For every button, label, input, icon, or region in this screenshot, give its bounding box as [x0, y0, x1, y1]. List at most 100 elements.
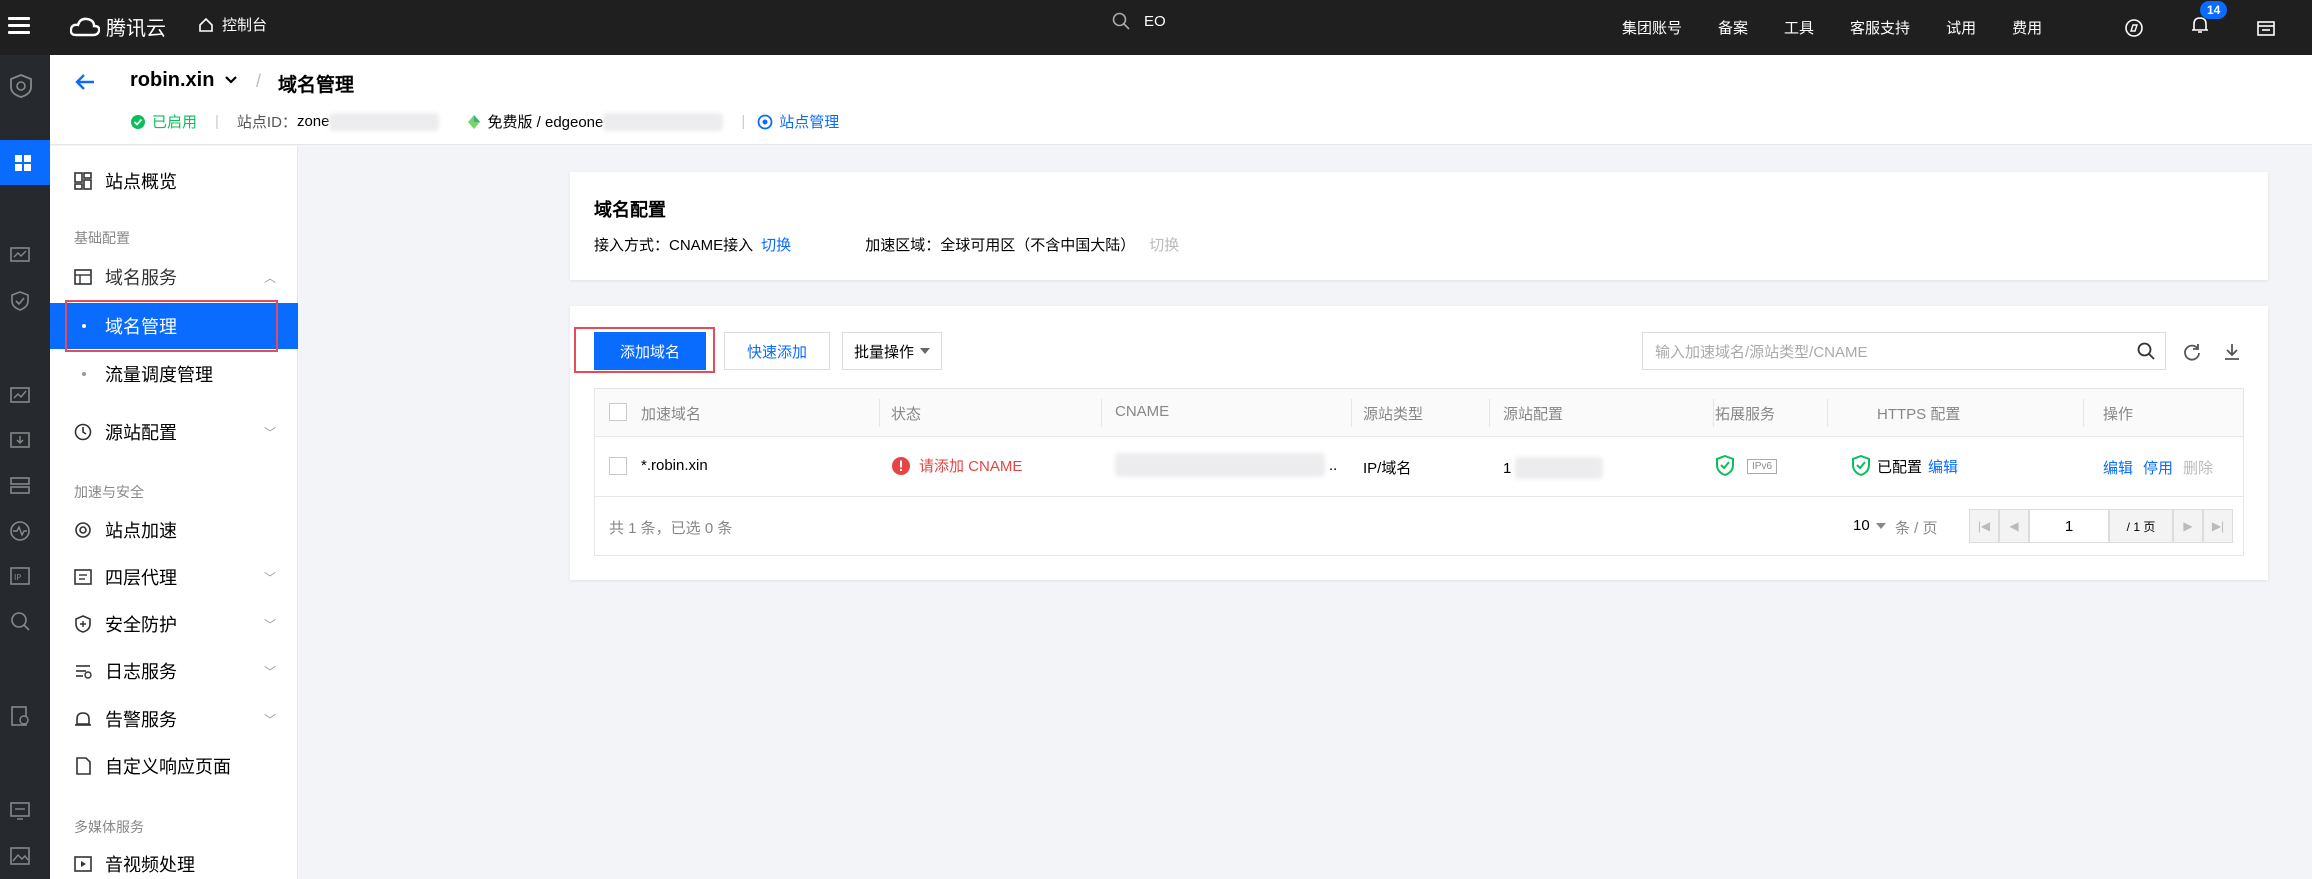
domain-table: 加速域名 状态 CNAME 源站类型 源站配置 拓展服务 HTTPS 配置 操作… [594, 388, 2244, 556]
strip-active-item[interactable] [0, 140, 50, 185]
page-number-input[interactable]: 1 [2029, 509, 2109, 543]
batch-ops-dropdown[interactable]: 批量操作 [842, 332, 942, 370]
row-origin-prefix: 1 [1503, 459, 1512, 477]
top-bar: 腾讯云 控制台 EO 集团账号 备案 工具 客服支持 试用 费用 14 [0, 0, 2312, 55]
redacted-origin [1515, 457, 1604, 479]
chart-icon[interactable] [9, 385, 31, 407]
shield-check-icon [1852, 455, 1870, 477]
message-icon[interactable] [9, 800, 31, 822]
sidebar-item-origin-config[interactable]: 源站配置 ﹀ [50, 409, 298, 455]
col-divider [1101, 399, 1102, 427]
site-header: robin.xin / 域名管理 已启用 | 站点ID： zone 免费版 / … [50, 55, 2312, 145]
site-id-label: 站点ID： [236, 114, 297, 131]
warning-icon [892, 456, 910, 475]
certificate-icon[interactable] [9, 705, 31, 727]
chevron-down-icon: ﹀ [263, 570, 276, 585]
console-link[interactable]: 控制台 [198, 14, 267, 35]
nav-filing[interactable]: 备案 [1718, 17, 1748, 38]
select-all-checkbox[interactable] [609, 403, 627, 421]
sidebar-item-l4-proxy[interactable]: 四层代理 ﹀ [50, 554, 298, 600]
nav-trial[interactable]: 试用 [1946, 17, 1976, 38]
nav-group-account[interactable]: 集团账号 [1622, 17, 1682, 38]
top-nav: 集团账号 备案 工具 客服支持 试用 费用 [1622, 0, 2078, 55]
domain-config-title: 域名配置 [594, 200, 666, 220]
search-icon [1112, 12, 1130, 30]
overview-icon [74, 172, 92, 190]
table-row: *.robin.xin 请添加 CNAME .. IP/域名 1 IPv6 已配… [595, 437, 2243, 497]
access-switch-link[interactable]: 切换 [761, 234, 791, 255]
page-title: 域名管理 [278, 75, 355, 96]
home-icon [199, 17, 213, 32]
search-value: EO [1144, 12, 1166, 30]
sidebar-item-av-processing[interactable]: 音视频处理 [50, 841, 298, 879]
search-strip-icon[interactable] [9, 610, 31, 632]
sidebar-item-traffic-schedule[interactable]: 流量调度管理 [50, 351, 298, 397]
sidebar-item-label: 域名服务 [105, 268, 177, 288]
quick-add-button[interactable]: 快速添加 [724, 332, 830, 370]
nav-tools[interactable]: 工具 [1784, 17, 1814, 38]
search-icon[interactable] [2137, 342, 2155, 360]
region-switch-link[interactable]: 切换 [1149, 234, 1179, 255]
page-icon [76, 757, 91, 775]
notification-bell[interactable]: 14 [2190, 1, 2228, 40]
nav-billing[interactable]: 费用 [2012, 17, 2042, 38]
global-search[interactable]: EO [1112, 12, 1166, 30]
brand-logo[interactable]: 腾讯云 [70, 12, 166, 41]
col-origin-type: 源站类型 [1363, 406, 1424, 423]
col-divider [1489, 399, 1490, 427]
sidebar-item-custom-page[interactable]: 自定义响应页面 [50, 743, 298, 789]
row-origin-type: IP/域名 [1363, 460, 1412, 477]
sidebar-item-overview[interactable]: 站点概览 [50, 158, 298, 204]
group-media: 多媒体服务 [74, 819, 144, 835]
edgeone-logo-icon[interactable] [8, 73, 34, 99]
server-icon[interactable] [9, 475, 31, 497]
page-size-select[interactable]: 10 [1853, 517, 1886, 534]
sidebar-item-site-accel[interactable]: 站点加速 [50, 507, 298, 553]
row-stop-link[interactable]: 停用 [2143, 457, 2173, 478]
highlight-add-domain [574, 327, 715, 373]
pulse-icon[interactable] [9, 520, 31, 542]
row-checkbox[interactable] [609, 457, 627, 475]
image-icon[interactable] [9, 845, 31, 867]
sidebar-item-log-service[interactable]: 日志服务 ﹀ [50, 648, 298, 694]
first-page-button[interactable]: |◀ [1969, 509, 1999, 543]
site-name[interactable]: robin.xin [130, 69, 214, 92]
domain-search-input[interactable]: 输入加速域名/源站类型/CNAME [1642, 332, 2166, 370]
ip-icon[interactable]: IP [9, 565, 31, 587]
chevron-down-icon[interactable] [224, 75, 238, 85]
sidebar-item-domain-service[interactable]: 域名服务 ︿ [50, 254, 298, 300]
row-edit-link[interactable]: 编辑 [2103, 457, 2133, 478]
download-box-icon[interactable] [9, 430, 31, 452]
workorder-icon[interactable] [2256, 18, 2276, 38]
menu-icon[interactable] [8, 13, 30, 37]
next-page-button[interactable]: ▶ [2173, 509, 2203, 543]
site-manage-link[interactable]: 站点管理 [779, 111, 839, 132]
sidebar-item-alarm-service[interactable]: 告警服务 ﹀ [50, 696, 298, 742]
sidebar-item-security[interactable]: 安全防护 ﹀ [50, 601, 298, 647]
top-icons: 14 [2124, 0, 2276, 55]
bullet-dot [82, 372, 86, 376]
alarm-icon [75, 712, 91, 726]
sidebar-item-label: 安全防护 [105, 615, 177, 635]
prev-page-button[interactable]: ◀ [1999, 509, 2029, 543]
sidebar-item-label: 流量调度管理 [105, 365, 213, 385]
row-delete-link[interactable]: 删除 [2183, 457, 2213, 478]
table-footer: 共 1 条，已选 0 条 10 条 / 页 |◀ ◀ 1 / 1 页 ▶ ▶| [595, 497, 2243, 555]
sidebar-item-label: 站点概览 [105, 172, 177, 192]
download-icon[interactable] [2222, 342, 2242, 362]
back-arrow-icon[interactable] [74, 71, 96, 93]
monitor-icon[interactable] [9, 245, 31, 267]
meta-divider-2: | [741, 113, 746, 130]
discover-icon[interactable] [2124, 18, 2144, 38]
shield-check-icon[interactable] [9, 290, 31, 312]
https-edit-link[interactable]: 编辑 [1928, 456, 1958, 477]
nav-support[interactable]: 客服支持 [1850, 17, 1910, 38]
refresh-icon[interactable] [2182, 342, 2202, 362]
last-page-button[interactable]: ▶| [2203, 509, 2233, 543]
redacted-site-id [329, 112, 440, 131]
row-cname-ellipsis: .. [1329, 457, 1338, 474]
chevron-down-icon: ﹀ [263, 712, 276, 727]
search-placeholder: 输入加速域名/源站类型/CNAME [1655, 343, 1868, 361]
proxy-icon [74, 569, 92, 585]
selection-summary: 共 1 条，已选 0 条 [609, 520, 733, 537]
